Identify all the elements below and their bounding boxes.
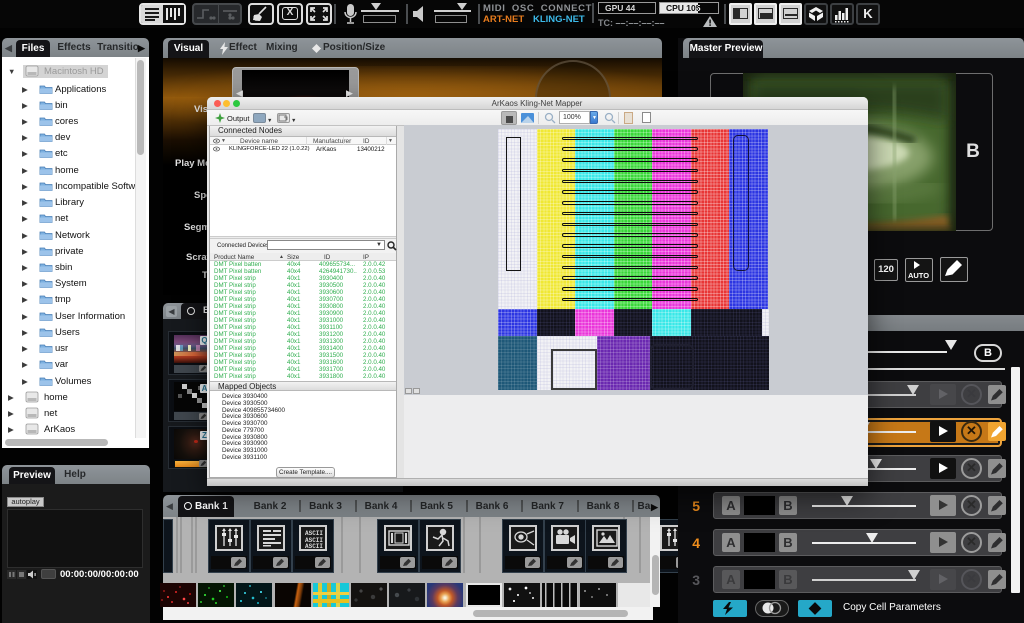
svg-text:ASCII: ASCII (305, 543, 323, 549)
svg-text:ASCII: ASCII (305, 530, 323, 537)
